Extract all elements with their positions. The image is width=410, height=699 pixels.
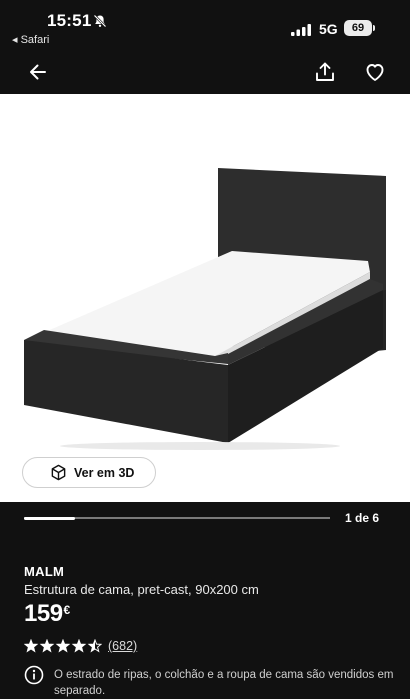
signal-icon bbox=[291, 24, 311, 36]
product-price: 159€ bbox=[24, 600, 70, 628]
gallery-progress-fill bbox=[24, 516, 75, 520]
view-in-3d-label: Ver em 3D bbox=[74, 465, 135, 480]
product-image-gallery[interactable] bbox=[0, 94, 410, 502]
network-type: 5G bbox=[319, 21, 338, 37]
status-bar: 15:51 ◂ Safari 5G 69 bbox=[0, 0, 410, 50]
back-to-safari-link[interactable]: ◂ Safari bbox=[12, 33, 49, 46]
product-photo bbox=[24, 168, 386, 450]
star-fill bbox=[41, 640, 53, 652]
arrow-left-icon bbox=[30, 64, 46, 80]
star-fill bbox=[73, 640, 85, 652]
battery-cap bbox=[373, 25, 375, 31]
price-currency: € bbox=[63, 603, 71, 617]
heart-icon bbox=[366, 64, 384, 81]
share-icon bbox=[316, 62, 334, 81]
cube-icon bbox=[51, 464, 66, 481]
bell-slash-icon bbox=[93, 14, 107, 28]
gallery-progress-bar bbox=[24, 516, 330, 520]
share-button[interactable] bbox=[313, 60, 337, 84]
gallery-page-indicator: 1 de 6 bbox=[345, 511, 380, 525]
product-rating[interactable]: (682) bbox=[24, 638, 137, 654]
reviews-count-link[interactable]: (682) bbox=[108, 639, 137, 653]
product-name: MALM bbox=[24, 564, 65, 579]
view-in-3d-button[interactable]: Ver em 3D bbox=[22, 457, 156, 488]
star-fill bbox=[25, 640, 37, 652]
battery-level: 69 bbox=[344, 20, 372, 36]
nav-bar bbox=[0, 50, 410, 94]
info-icon bbox=[24, 665, 44, 685]
star-rating-icon bbox=[24, 639, 102, 653]
back-button[interactable] bbox=[26, 60, 50, 84]
product-description: Estrutura de cama, pret-cast, 90x200 cm bbox=[24, 582, 259, 597]
star-fill bbox=[57, 640, 69, 652]
price-amount: 159 bbox=[24, 600, 63, 627]
status-time: 15:51 bbox=[47, 11, 92, 30]
favorite-button[interactable] bbox=[363, 60, 387, 84]
notice-text: O estrado de ripas, o colchão e a roupa … bbox=[54, 669, 394, 697]
